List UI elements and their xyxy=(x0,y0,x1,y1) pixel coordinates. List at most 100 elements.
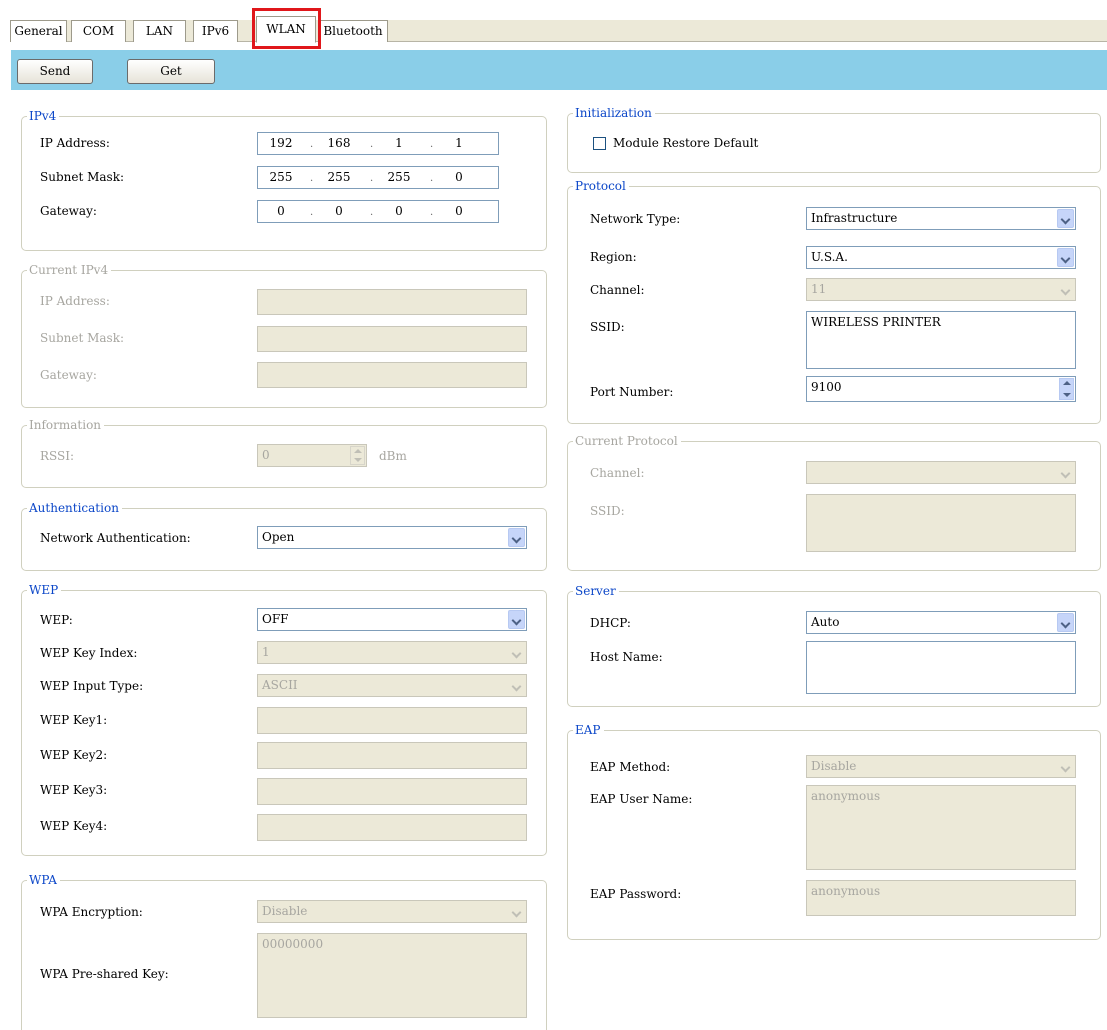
chevron-down-icon xyxy=(508,676,525,695)
toolbar: Send Get xyxy=(11,50,1107,90)
chevron-down-icon[interactable] xyxy=(508,528,525,547)
rssi-field: 0 xyxy=(257,444,367,467)
dhcp-select[interactable]: Auto xyxy=(806,611,1076,634)
network-type-label: Network Type: xyxy=(590,212,681,226)
ip-octet-4: 1 xyxy=(455,136,463,150)
current-ipv4-title: Current IPv4 xyxy=(27,263,112,277)
ip-dot: . xyxy=(430,207,434,218)
wep-input-type-label: WEP Input Type: xyxy=(40,679,144,693)
port-spinner-icon[interactable] xyxy=(1059,378,1074,400)
network-authentication-label: Network Authentication: xyxy=(40,531,191,545)
port-number-field[interactable]: 9100 xyxy=(806,376,1076,402)
ssid-field[interactable]: WIRELESS PRINTER xyxy=(806,311,1076,369)
eap-password-label: EAP Password: xyxy=(590,887,682,901)
channel-value: 11 xyxy=(811,282,827,296)
wpa-encryption-label: WPA Encryption: xyxy=(40,905,143,919)
get-button[interactable]: Get xyxy=(127,59,215,84)
chevron-down-icon[interactable] xyxy=(1057,613,1074,632)
ip-dot: . xyxy=(310,173,314,184)
wep-key1-field xyxy=(257,707,527,734)
chevron-down-icon[interactable] xyxy=(508,610,525,629)
wep-key3-field xyxy=(257,778,527,805)
wep-input-type-value: ASCII xyxy=(262,678,298,692)
eap-user-name-value: anonymous xyxy=(811,789,881,803)
wpa-encryption-value: Disable xyxy=(262,904,308,918)
wep-key4-field xyxy=(257,814,527,841)
ip-dot: . xyxy=(310,139,314,150)
current-ssid-label: SSID: xyxy=(590,504,625,518)
eap-user-name-field: anonymous xyxy=(806,785,1076,870)
module-restore-default-checkbox[interactable] xyxy=(593,137,606,150)
gw-octet-3: 0 xyxy=(395,204,403,218)
chevron-down-icon xyxy=(1057,280,1074,299)
current-subnet-mask-field xyxy=(257,326,527,352)
gateway-label: Gateway: xyxy=(40,204,97,218)
eap-password-value: anonymous xyxy=(811,884,881,898)
dhcp-label: DHCP: xyxy=(590,616,631,630)
network-type-select[interactable]: Infrastructure xyxy=(806,207,1076,230)
rssi-unit: dBm xyxy=(379,449,407,463)
rssi-label: RSSI: xyxy=(40,449,75,463)
wpa-title: WPA xyxy=(27,873,60,887)
current-protocol-group: Current Protocol Channel: SSID: xyxy=(567,434,1101,571)
ip-dot: . xyxy=(430,173,434,184)
wpa-group: WPA WPA Encryption: Disable WPA Pre-shar… xyxy=(21,873,547,1030)
chevron-down-icon[interactable] xyxy=(1057,248,1074,267)
module-restore-default-label: Module Restore Default xyxy=(613,136,759,150)
chevron-down-icon xyxy=(1057,757,1074,776)
wep-key2-label: WEP Key2: xyxy=(40,748,108,762)
gateway-field[interactable]: 0 . 0 . 0 . 0 xyxy=(257,200,499,223)
region-value: U.S.A. xyxy=(811,250,848,264)
tab-bluetooth[interactable]: Bluetooth xyxy=(318,20,388,42)
current-protocol-title: Current Protocol xyxy=(573,434,681,448)
wpa-psk-value: 00000000 xyxy=(262,937,324,951)
chevron-down-icon[interactable] xyxy=(1057,209,1074,228)
wep-key-index-label: WEP Key Index: xyxy=(40,646,138,660)
gw-octet-4: 0 xyxy=(455,204,463,218)
wep-key-index-select: 1 xyxy=(257,641,527,664)
rssi-spinner-icon xyxy=(350,446,365,465)
subnet-mask-field[interactable]: 255 . 255 . 255 . 0 xyxy=(257,166,499,189)
server-group: Server DHCP: Auto Host Name: xyxy=(567,584,1101,707)
information-title: Information xyxy=(27,418,105,432)
current-gateway-label: Gateway: xyxy=(40,368,97,382)
current-channel-label: Channel: xyxy=(590,466,645,480)
chevron-down-icon xyxy=(508,902,525,921)
ip-address-label: IP Address: xyxy=(40,136,110,150)
ip-dot: . xyxy=(370,173,374,184)
gw-octet-1: 0 xyxy=(277,204,285,218)
tab-lan[interactable]: LAN xyxy=(133,20,186,42)
wep-key1-label: WEP Key1: xyxy=(40,713,108,727)
region-label: Region: xyxy=(590,250,637,264)
wep-key3-label: WEP Key3: xyxy=(40,783,108,797)
subnet-mask-label: Subnet Mask: xyxy=(40,170,125,184)
initialization-group: Initialization Module Restore Default xyxy=(567,106,1101,173)
ipv4-title: IPv4 xyxy=(27,109,60,123)
region-select[interactable]: U.S.A. xyxy=(806,246,1076,269)
network-authentication-value: Open xyxy=(262,530,295,544)
current-gateway-field xyxy=(257,362,527,388)
tab-general[interactable]: General xyxy=(10,20,67,42)
current-ssid-field xyxy=(806,494,1076,552)
initialization-title: Initialization xyxy=(573,106,655,120)
tab-ipv6[interactable]: IPv6 xyxy=(193,20,238,42)
gw-octet-2: 0 xyxy=(335,204,343,218)
eap-password-field: anonymous xyxy=(806,880,1076,916)
eap-method-select: Disable xyxy=(806,755,1076,778)
ip-dot: . xyxy=(430,139,434,150)
ip-octet-2: 168 xyxy=(327,136,351,150)
network-authentication-select[interactable]: Open xyxy=(257,526,527,549)
send-button[interactable]: Send xyxy=(17,59,93,84)
wep-label: WEP: xyxy=(40,613,73,627)
wep-key-index-value: 1 xyxy=(262,645,270,659)
host-name-field[interactable] xyxy=(806,641,1076,694)
wpa-encryption-select: Disable xyxy=(257,900,527,923)
wep-group: WEP WEP: OFF WEP Key Index: 1 WEP Input … xyxy=(21,583,547,856)
wep-title: WEP xyxy=(27,583,62,597)
tab-com[interactable]: COM xyxy=(71,20,126,42)
wpa-psk-field: 00000000 xyxy=(257,933,527,1018)
tab-wlan[interactable]: WLAN xyxy=(256,16,316,43)
ip-address-field[interactable]: 192 . 168 . 1 . 1 xyxy=(257,132,499,155)
eap-method-value: Disable xyxy=(811,759,857,773)
wep-select[interactable]: OFF xyxy=(257,608,527,631)
